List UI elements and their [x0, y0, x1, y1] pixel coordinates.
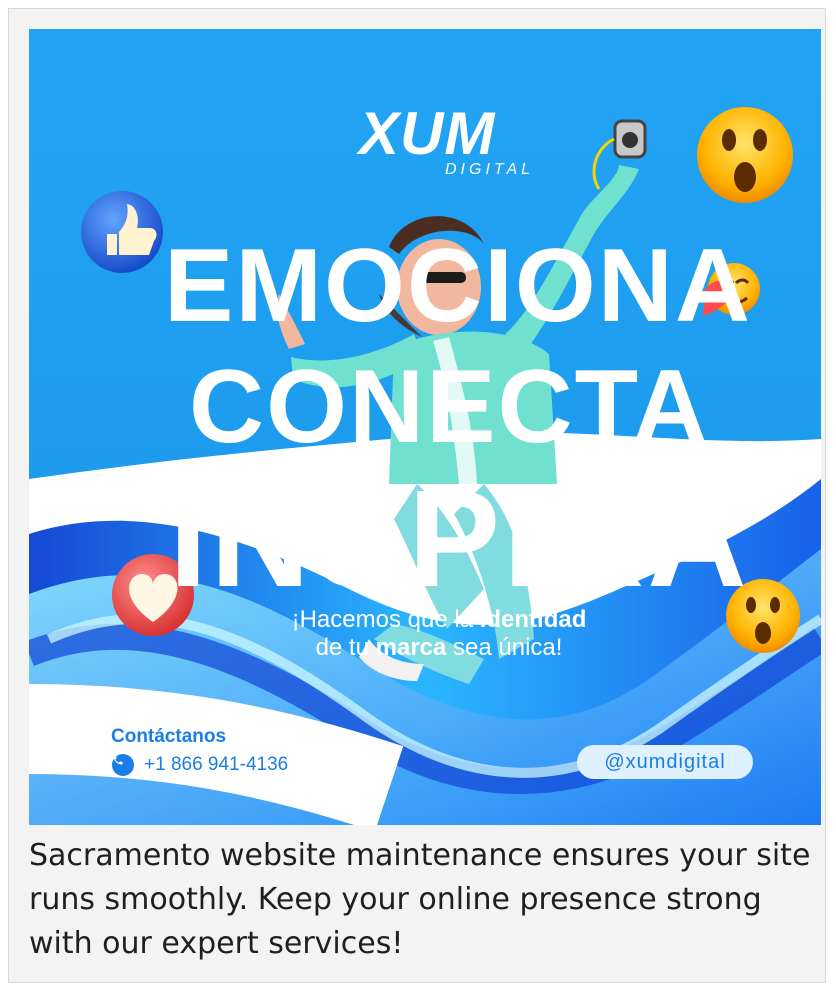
logo-main-text: XUM: [359, 100, 496, 167]
slogan-part-2: de tu: [315, 634, 369, 661]
promo-poster: XUM DIGITAL EMOCIONA CONECTA INSPIRA ¡Ha…: [29, 29, 821, 825]
caption-line-3: with our expert services!: [29, 926, 404, 961]
headline-line-1: EMOCIONA: [164, 228, 752, 344]
like-icon: [81, 191, 163, 273]
slogan-bold-1: identidad: [479, 606, 587, 633]
post-caption: Sacramento website maintenance ensures y…: [29, 834, 819, 966]
phone-glyph-icon: [113, 755, 123, 765]
brand-logo: XUM DIGITAL: [359, 99, 539, 191]
logo-sub-text: DIGITAL: [445, 161, 535, 178]
surprised-emoji-icon: [697, 107, 793, 203]
caption-line-2: runs smoothly. Keep your online presence…: [29, 882, 762, 917]
slogan-text: ¡Hacemos que la identidad de tu marca se…: [259, 606, 619, 662]
social-handle-pill[interactable]: @xumdigital: [577, 745, 753, 779]
phone-icon: [112, 754, 134, 776]
headline-line-3: INSPIRA: [169, 462, 750, 616]
contact-title: Contáctanos: [111, 726, 227, 747]
contact-phone-row[interactable]: +1 866 941-4136: [112, 754, 288, 776]
slogan-part-3: sea única!: [453, 634, 563, 661]
slogan-part-1: ¡Hacemos que la: [291, 606, 474, 633]
headline-line-2: CONECTA: [189, 349, 710, 465]
phone-number[interactable]: +1 866 941-4136: [144, 754, 288, 776]
post-card: XUM DIGITAL EMOCIONA CONECTA INSPIRA ¡Ha…: [8, 8, 826, 983]
slogan-bold-2: marca: [375, 634, 447, 661]
caption-line-1: Sacramento website maintenance ensures y…: [29, 838, 811, 873]
